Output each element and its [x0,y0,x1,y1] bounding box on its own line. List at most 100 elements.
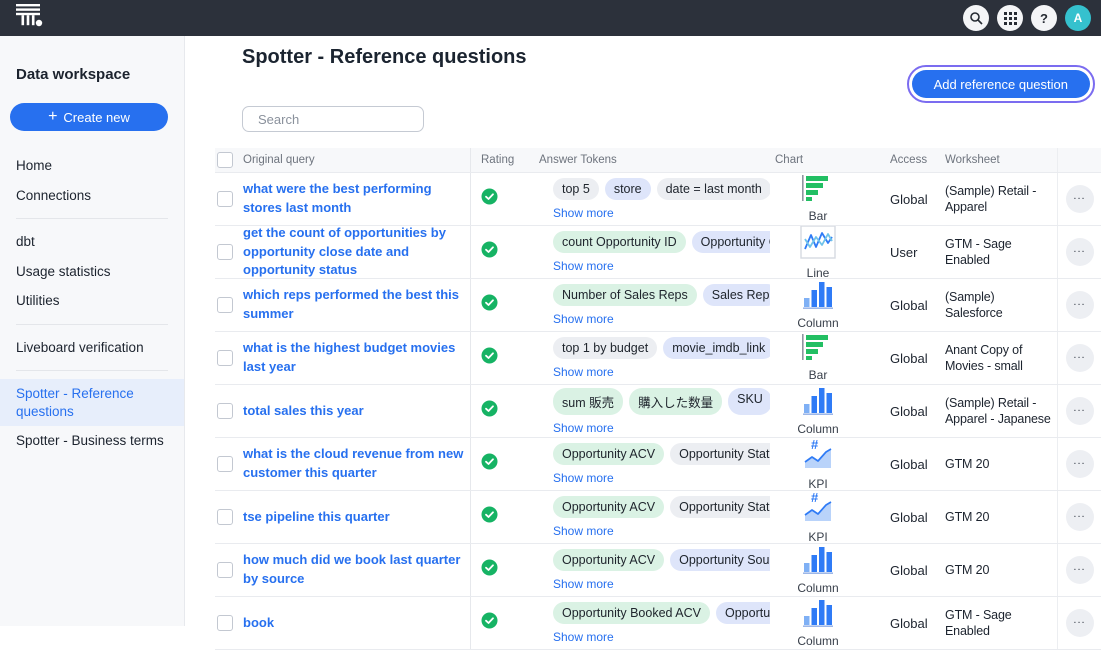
query-link[interactable]: tse pipeline this quarter [243,508,396,527]
token-chip: Opportunity Booked ACV [553,602,710,624]
row-checkbox[interactable] [217,403,233,419]
select-all-checkbox[interactable] [217,152,233,168]
show-more-link[interactable]: Show more [553,630,614,644]
header-chart: Chart [770,148,880,172]
token-chip: Sales Rep [703,284,770,306]
row-more-actions-button[interactable]: ... [1066,556,1094,584]
table-body: what were the best performing stores las… [215,173,1101,650]
token-chip: movie_imdb_link [663,337,770,359]
access-value: Global [890,616,928,631]
row-checkbox[interactable] [217,297,233,313]
row-checkbox[interactable] [217,244,233,260]
query-link[interactable]: what is the cloud revenue from new custo… [243,445,470,483]
verified-check-icon [481,453,498,475]
sidebar-item-home[interactable]: Home [0,151,184,181]
chart-type-label: Bar [809,209,828,223]
token-list: top 5storedate = last monthsa [553,178,770,200]
worksheet-value: GTM - Sage Enabled [945,236,1057,269]
table-header-row: Original query Rating Answer Tokens Char… [215,148,1101,173]
app-switcher-icon[interactable] [997,5,1023,31]
show-more-link[interactable]: Show more [553,259,614,273]
chart-type-icon [801,334,835,366]
row-more-actions-button[interactable]: ... [1066,291,1094,319]
add-reference-question-button[interactable]: Add reference question [912,70,1090,98]
show-more-link[interactable]: Show more [553,312,614,326]
sidebar-item-utilities[interactable]: Utilities [0,286,184,316]
table-row: what were the best performing stores las… [215,173,1101,226]
token-chip: 購入した数量 [629,388,722,415]
reference-questions-table: Original query Rating Answer Tokens Char… [215,148,1101,650]
show-more-link[interactable]: Show more [553,206,614,220]
token-chip: top 1 by budget [553,337,657,359]
sidebar-item-spotter-business-terms[interactable]: Spotter - Business terms [0,426,184,456]
header-original-query: Original query [243,148,470,172]
row-more-actions-button[interactable]: ... [1066,609,1094,637]
chart-type-icon [803,387,833,420]
search-input[interactable] [258,112,434,127]
query-link[interactable]: what were the best performing stores las… [243,180,470,218]
token-chip: Opportunity Close [692,231,770,253]
row-more-actions-button[interactable]: ... [1066,503,1094,531]
row-checkbox[interactable] [217,456,233,472]
token-chip: Number of Sales Reps [553,284,697,306]
chart-type-label: Bar [809,368,828,382]
row-more-actions-button[interactable]: ... [1066,185,1094,213]
worksheet-value: (Sample) Salesforce [945,289,1057,322]
sidebar-divider [16,324,168,325]
token-list: sum 販売購入した数量SKUア [553,388,770,415]
worksheet-value: GTM 20 [945,562,991,578]
show-more-link[interactable]: Show more [553,524,614,538]
row-more-actions-button[interactable]: ... [1066,344,1094,372]
add-button-highlight-ring: Add reference question [907,65,1095,103]
worksheet-value: (Sample) Retail - Apparel [945,183,1057,216]
row-more-actions-button[interactable]: ... [1066,450,1094,478]
query-link[interactable]: get the count of opportunities by opport… [243,226,470,278]
query-link[interactable]: which reps performed the best this summe… [243,286,470,324]
show-more-link[interactable]: Show more [553,365,614,379]
token-list: count Opportunity IDOpportunity Close [553,231,770,253]
search-icon[interactable] [963,5,989,31]
header-actions [1057,148,1101,172]
access-value: Global [890,510,928,525]
access-value: Global [890,351,928,366]
query-link[interactable]: book [243,614,280,633]
row-checkbox[interactable] [217,562,233,578]
chart-type-icon [803,546,833,579]
chart-type-label: KPI [808,477,827,491]
create-new-button[interactable]: + Create new [10,103,168,131]
token-list: Opportunity ACVOpportunity Status = 'p [553,496,770,518]
show-more-link[interactable]: Show more [553,471,614,485]
verified-check-icon [481,506,498,528]
row-checkbox[interactable] [217,509,233,525]
sidebar-item-spotter-reference-questions[interactable]: Spotter - Reference questions [0,379,184,426]
worksheet-value: GTM - Sage Enabled [945,607,1057,640]
verified-check-icon [481,400,498,422]
sidebar-divider [16,370,168,371]
sidebar-item-dbt[interactable]: dbt [0,227,184,257]
token-chip: SKU [728,388,770,415]
thoughtspot-logo-icon[interactable] [15,3,45,34]
token-chip: store [605,178,651,200]
row-more-actions-button[interactable]: ... [1066,238,1094,266]
sidebar-item-liveboard-verification[interactable]: Liveboard verification [0,333,184,363]
verified-check-icon [481,294,498,316]
access-value: Global [890,298,928,313]
row-checkbox[interactable] [217,350,233,366]
show-more-link[interactable]: Show more [553,577,614,591]
verified-check-icon [481,347,498,369]
sidebar-item-connections[interactable]: Connections [0,181,184,211]
sidebar-item-usage-statistics[interactable]: Usage statistics [0,257,184,287]
user-avatar[interactable]: A [1065,5,1091,31]
query-link[interactable]: how much did we book last quarter by sou… [243,551,470,589]
query-link[interactable]: total sales this year [243,402,370,421]
table-row: how much did we book last quarter by sou… [215,544,1101,597]
token-chip: Opportunity Status = 'b [670,443,770,465]
help-icon[interactable]: ? [1031,5,1057,31]
query-link[interactable]: what is the highest budget movies last y… [243,339,470,377]
show-more-link[interactable]: Show more [553,421,614,435]
access-value: Global [890,192,928,207]
row-checkbox[interactable] [217,191,233,207]
row-more-actions-button[interactable]: ... [1066,397,1094,425]
row-checkbox[interactable] [217,615,233,631]
chart-type-label: Column [797,316,838,330]
